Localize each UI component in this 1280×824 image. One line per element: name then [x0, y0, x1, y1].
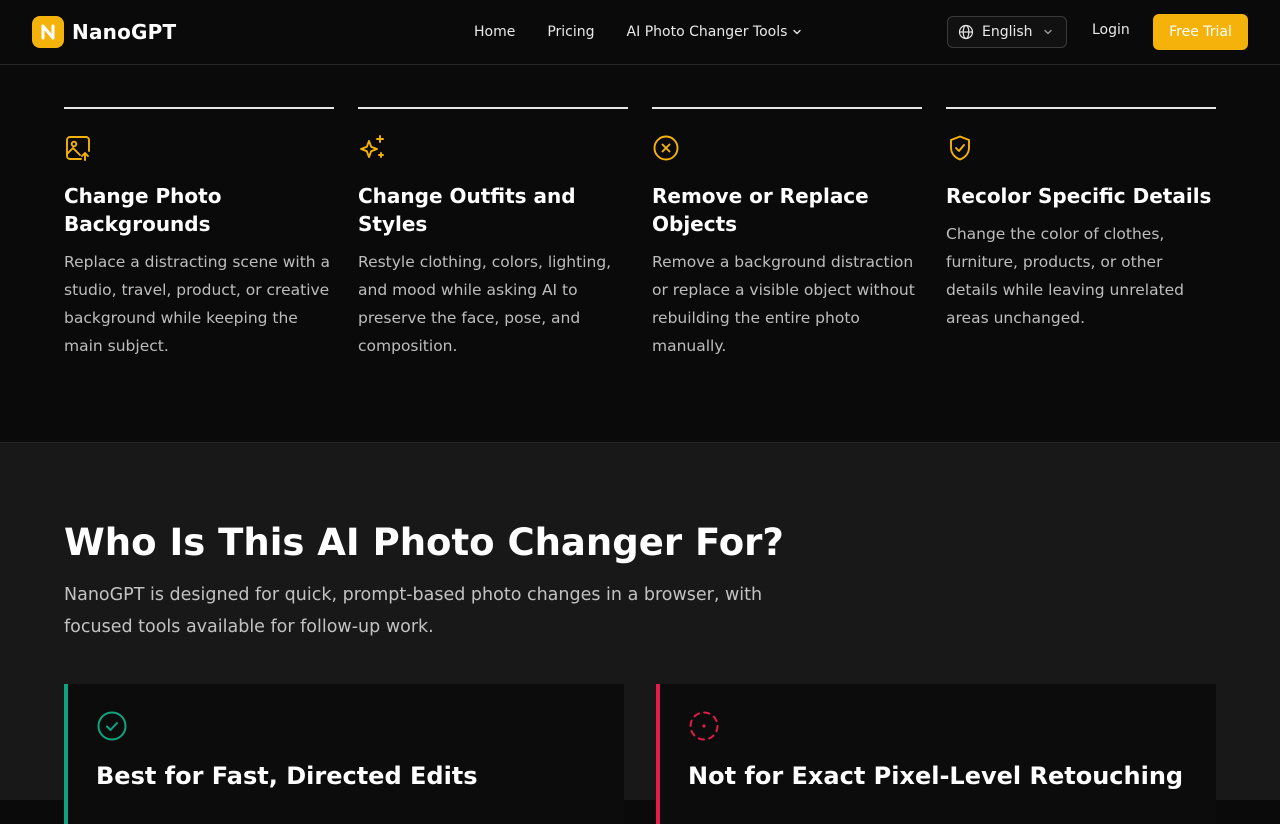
brand-logo-icon — [32, 16, 64, 48]
image-upload-icon — [66, 136, 90, 161]
language-label: English — [982, 24, 1033, 40]
not-for-card: Not for Exact Pixel-Level Retouching — [656, 684, 1216, 824]
feature-description: Restyle clothing, colors, lighting, and … — [358, 253, 612, 355]
sparkles-icon — [360, 135, 384, 158]
feature-description: Replace a distracting scene with a studi… — [64, 253, 331, 355]
shield-check-icon — [950, 135, 970, 161]
card-title: Best for Fast, Directed Edits — [96, 762, 478, 790]
language-select[interactable]: English — [947, 16, 1067, 48]
feature-description: Remove a background distraction or repla… — [652, 253, 915, 355]
card-title: Not for Exact Pixel-Level Retouching — [688, 762, 1184, 790]
section-heading: Who Is This AI Photo Changer For? — [64, 521, 784, 564]
feature-title: Recolor Specific Details — [946, 184, 1212, 208]
circle-x-icon — [653, 135, 679, 161]
feature-card: Change Photo Backgrounds Replace a distr… — [64, 107, 334, 360]
features-section: Change Photo Backgrounds Replace a distr… — [0, 65, 1280, 443]
circle-check-icon — [97, 711, 127, 741]
main-nav: Home Pricing AI Photo Changer Tools — [474, 0, 802, 64]
globe-icon — [958, 24, 974, 40]
feature-card: Remove or Replace Objects Remove a backg… — [652, 107, 922, 360]
chevron-down-icon — [1043, 27, 1053, 37]
feature-description: Change the color of clothes, furniture, … — [946, 225, 1185, 327]
free-trial-button[interactable]: Free Trial — [1153, 14, 1248, 50]
login-link[interactable]: Login — [1092, 22, 1130, 38]
chevron-down-icon — [792, 27, 802, 37]
section-subheading: NanoGPT is designed for quick, prompt-ba… — [64, 585, 763, 637]
brand-name: NanoGPT — [72, 20, 177, 44]
feature-title: Remove or Replace Objects — [652, 184, 869, 236]
nav-home-link[interactable]: Home — [474, 24, 515, 40]
feature-title: Change Outfits and Styles — [358, 184, 576, 236]
feature-card: Recolor Specific Details Change the colo… — [946, 107, 1216, 332]
nav-tools-dropdown[interactable]: AI Photo Changer Tools — [627, 24, 803, 40]
best-for-card: Best for Fast, Directed Edits — [64, 684, 624, 824]
audience-section: Who Is This AI Photo Changer For? NanoGP… — [0, 442, 1280, 824]
circle-dot-dashed-icon — [689, 711, 719, 741]
nav-pricing-link[interactable]: Pricing — [547, 24, 594, 40]
nav-tools-label: AI Photo Changer Tools — [626, 24, 788, 40]
brand-home-link[interactable]: NanoGPT — [32, 16, 176, 48]
feature-card: Change Outfits and Styles Restyle clothi… — [358, 107, 628, 360]
top-navbar: NanoGPT Home Pricing AI Photo Changer To… — [0, 0, 1280, 65]
feature-title: Change Photo Backgrounds — [64, 184, 222, 236]
